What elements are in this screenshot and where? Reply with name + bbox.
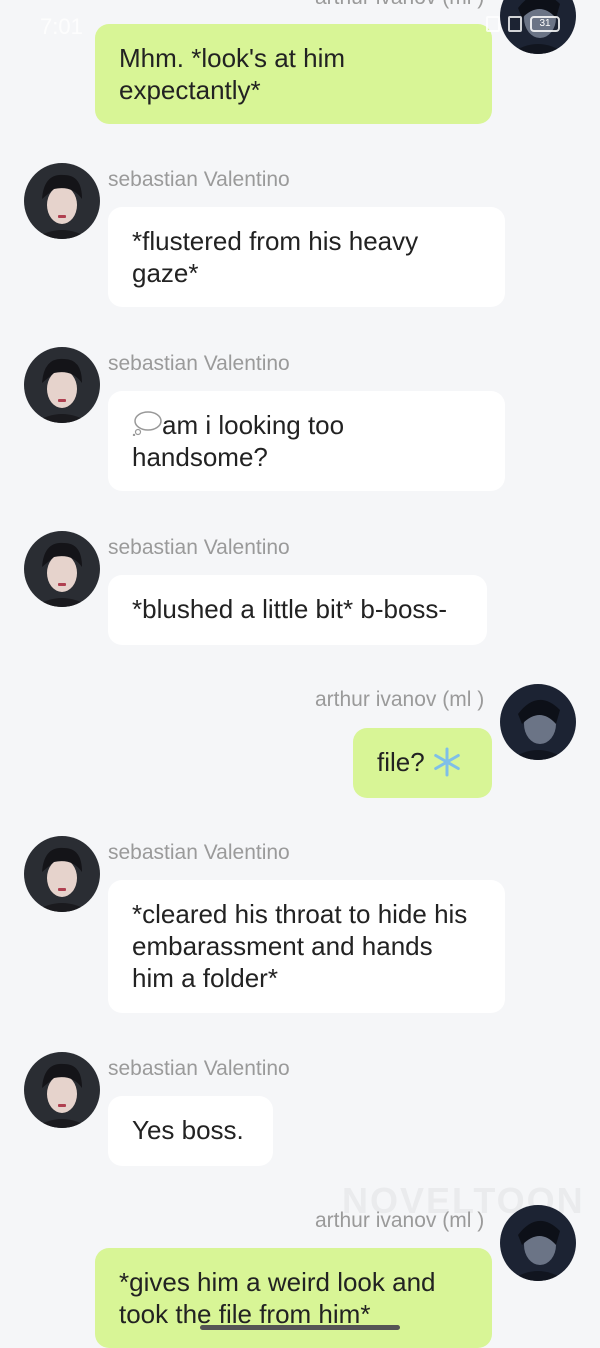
- bot-message-bubble: *cleared his throat to hide his embarass…: [108, 880, 505, 1013]
- sebastian-avatar[interactable]: [24, 531, 100, 607]
- sebastian-avatar[interactable]: [24, 163, 100, 239]
- bot-message-bubble: Yes boss.: [108, 1096, 273, 1166]
- battery-icon: 31: [530, 16, 560, 32]
- message-text: *flustered from his heavy gaze*: [132, 226, 419, 288]
- message-text: *gives him a weird look and took the fil…: [119, 1267, 436, 1329]
- user-message-bubble: *gives him a weird look and took the fil…: [95, 1248, 492, 1348]
- message-text: *cleared his throat to hide his embarass…: [132, 899, 468, 993]
- sender-name: sebastian Valentino: [108, 1057, 290, 1080]
- arthur-avatar[interactable]: [500, 1205, 576, 1281]
- sender-name: sebastian Valentino: [108, 168, 290, 191]
- message-text: am i looking too handsome?: [132, 410, 345, 472]
- sender-name: sebastian Valentino: [108, 841, 290, 864]
- vibrate-icon: [486, 16, 500, 32]
- snowflake-icon: [434, 747, 460, 777]
- message-text: Yes boss.: [132, 1115, 244, 1145]
- message-text: Mhm. *look's at him expectantly*: [119, 43, 346, 105]
- status-icons: 31: [486, 16, 560, 32]
- message-text: file?: [377, 747, 425, 777]
- home-indicator[interactable]: [200, 1325, 400, 1330]
- bot-message-bubble: *blushed a little bit* b-boss-: [108, 575, 487, 645]
- bot-message-bubble: *flustered from his heavy gaze*: [108, 207, 505, 307]
- sender-name: arthur ivanov (ml ): [315, 1209, 485, 1232]
- user-message-bubble: file?: [353, 728, 492, 798]
- sender-name: sebastian Valentino: [108, 536, 290, 559]
- signal-icon: [508, 16, 522, 32]
- message-text: *blushed a little bit* b-boss-: [132, 594, 448, 624]
- thought-balloon-icon: [132, 410, 162, 437]
- status-time: 7:01: [40, 14, 83, 39]
- arthur-avatar[interactable]: [500, 684, 576, 760]
- sebastian-avatar[interactable]: [24, 836, 100, 912]
- status-bar: 7:01 31: [0, 0, 600, 50]
- sender-name: arthur ivanov (ml ): [315, 688, 485, 711]
- bot-message-bubble: am i looking too handsome?: [108, 391, 505, 491]
- sebastian-avatar[interactable]: [24, 1052, 100, 1128]
- sender-name: sebastian Valentino: [108, 352, 290, 375]
- sebastian-avatar[interactable]: [24, 347, 100, 423]
